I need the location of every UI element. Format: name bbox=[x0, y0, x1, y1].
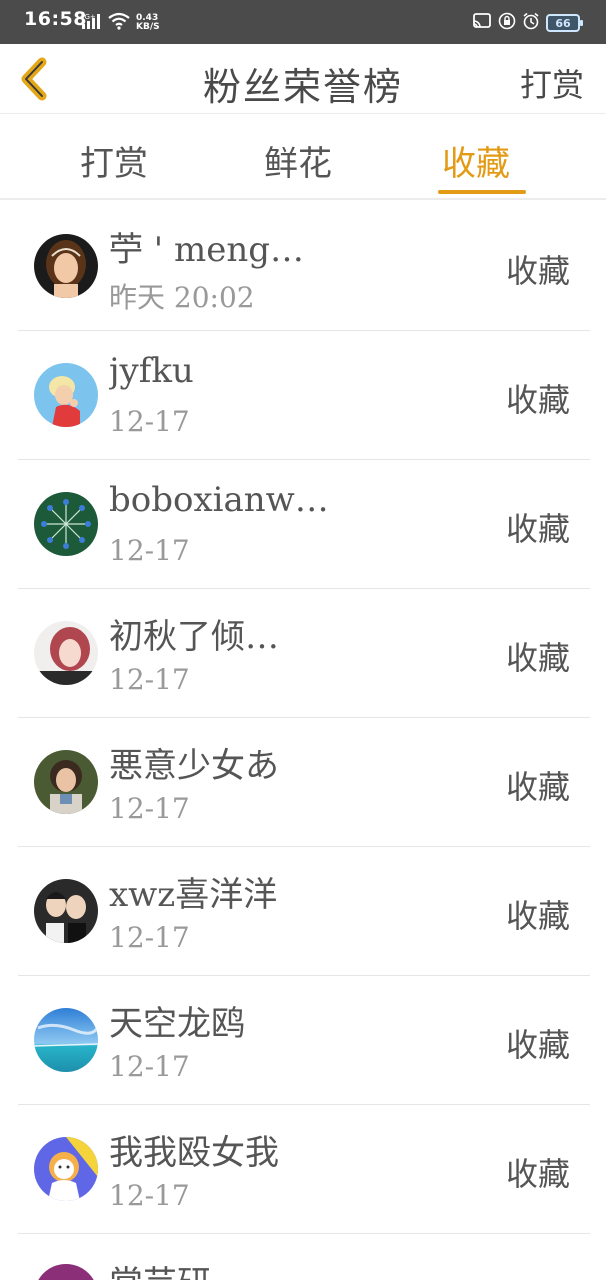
tab-favorites[interactable]: 收藏 bbox=[442, 136, 510, 185]
user-name: 初秋了倾… bbox=[109, 617, 279, 657]
avatar[interactable] bbox=[34, 879, 98, 943]
avatar[interactable] bbox=[34, 1008, 98, 1072]
fan-list: 苧 ' meng… 昨天 20:02 收藏 jyfku 12-17 收藏 bob… bbox=[0, 202, 606, 1280]
wifi-icon bbox=[108, 12, 130, 34]
list-item[interactable]: 常芸研 bbox=[18, 1234, 590, 1280]
user-name: 苧 ' meng… bbox=[109, 230, 304, 270]
status-time: 16:58 bbox=[24, 8, 87, 30]
user-name: 天空龙鸥 bbox=[109, 1004, 245, 1044]
timestamp: 12-17 bbox=[109, 1050, 190, 1083]
action-label: 收藏 bbox=[505, 1155, 570, 1193]
signal-icon: 4G+ bbox=[80, 12, 102, 34]
cast-icon bbox=[472, 12, 492, 34]
timestamp: 12-17 bbox=[109, 534, 190, 567]
timestamp: 12-17 bbox=[109, 663, 190, 696]
list-item[interactable]: 苧 ' meng… 昨天 20:02 收藏 bbox=[18, 202, 590, 331]
tab-flowers[interactable]: 鲜花 bbox=[264, 136, 332, 185]
action-label: 收藏 bbox=[505, 510, 570, 548]
user-name: boboxianw… bbox=[109, 480, 329, 520]
avatar[interactable] bbox=[34, 363, 98, 427]
user-name: 悪意少女あ bbox=[109, 746, 279, 786]
timestamp: 12-17 bbox=[109, 921, 190, 954]
avatar[interactable] bbox=[34, 1137, 98, 1201]
status-bar: 16:58 4G+ 0.43 KB/S 66 bbox=[0, 0, 606, 44]
tab-reward[interactable]: 打赏 bbox=[80, 136, 148, 185]
action-label: 收藏 bbox=[505, 252, 570, 290]
user-name: jyfku bbox=[109, 351, 194, 391]
page-title: 粉丝荣誉榜 bbox=[202, 65, 403, 109]
avatar[interactable] bbox=[34, 750, 98, 814]
timestamp: 12-17 bbox=[109, 1179, 190, 1212]
avatar[interactable] bbox=[34, 234, 98, 298]
header-reward-button[interactable]: 打赏 bbox=[520, 60, 584, 106]
avatar[interactable] bbox=[34, 492, 98, 556]
timestamp: 昨天 20:02 bbox=[109, 281, 255, 314]
list-item[interactable]: boboxianw… 12-17 收藏 bbox=[18, 460, 590, 589]
action-label: 收藏 bbox=[505, 381, 570, 419]
alarm-icon bbox=[522, 12, 540, 34]
lock-rotation-icon bbox=[498, 12, 516, 34]
action-label: 收藏 bbox=[505, 768, 570, 806]
list-item[interactable]: 悪意少女あ 12-17 收藏 bbox=[18, 718, 590, 847]
list-item[interactable]: 天空龙鸥 12-17 收藏 bbox=[18, 976, 590, 1105]
avatar[interactable] bbox=[34, 1264, 98, 1280]
list-item[interactable]: 初秋了倾… 12-17 收藏 bbox=[18, 589, 590, 718]
list-item[interactable]: xwz喜洋洋 12-17 收藏 bbox=[18, 847, 590, 976]
timestamp: 12-17 bbox=[109, 792, 190, 825]
action-label: 收藏 bbox=[505, 897, 570, 935]
timestamp: 12-17 bbox=[109, 405, 190, 438]
action-label: 收藏 bbox=[505, 1026, 570, 1064]
user-name: 常芸研 bbox=[109, 1256, 211, 1280]
action-label: 收藏 bbox=[505, 639, 570, 677]
battery-icon: 66 bbox=[546, 14, 583, 32]
net-speed: 0.43 KB/S bbox=[136, 13, 160, 32]
list-item[interactable]: 我我殴女我 12-17 收藏 bbox=[18, 1105, 590, 1234]
header: 粉丝荣誉榜 打赏 bbox=[0, 44, 606, 114]
user-name: 我我殴女我 bbox=[109, 1133, 279, 1173]
tab-active-indicator bbox=[438, 190, 526, 194]
user-name: xwz喜洋洋 bbox=[109, 875, 278, 915]
tab-bar: 打赏 鲜花 收藏 bbox=[0, 114, 606, 200]
avatar[interactable] bbox=[34, 621, 98, 685]
list-item[interactable]: jyfku 12-17 收藏 bbox=[18, 331, 590, 460]
